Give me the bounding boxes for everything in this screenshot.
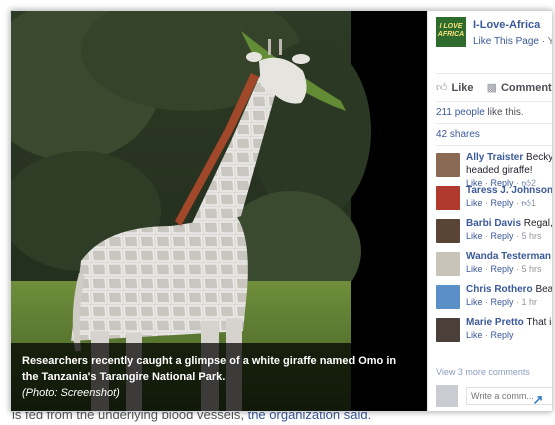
like-button[interactable]: 👍︎ Like (436, 81, 474, 94)
comment-item: Barbi Davis Regal, Like · Reply · 5 hrs (436, 217, 552, 250)
comment-text: Becky (523, 152, 552, 163)
avatar[interactable] (436, 186, 460, 210)
comment-timestamp: 1 hr (521, 297, 538, 307)
divider (436, 101, 552, 102)
comment-text: Bea (532, 284, 552, 295)
comment-reply-link[interactable]: Reply (491, 297, 514, 307)
avatar[interactable] (436, 252, 460, 276)
comment-meta: Like · Reply · 5 hrs (466, 264, 542, 274)
comment-body: Barbi Davis Regal, Like · Reply · 5 hrs (466, 217, 552, 243)
avatar[interactable] (436, 318, 460, 342)
comment-body: Chris Rothero Bea Like · Reply · 1 hr (466, 283, 552, 309)
likes-count-link[interactable]: 211 people (436, 107, 485, 118)
comment-author[interactable]: Taress J. Johnson (466, 185, 552, 196)
comment-button[interactable]: ▩ Comment (487, 81, 552, 94)
expand-arrow-icon[interactable]: ↗ (530, 392, 546, 408)
like-page-link[interactable]: Like This Page (473, 36, 539, 47)
comment-item: Chris Rothero Bea Like · Reply · 1 hr (436, 283, 552, 316)
photo-credit: (Photo: Screenshot) (22, 387, 120, 399)
comment-timestamp: 5 hrs (521, 264, 542, 274)
comment-author[interactable]: Wanda Testerman (466, 251, 551, 262)
comment-body: Taress J. Johnson Like · Reply · 👍︎1 (466, 184, 552, 210)
avatar[interactable] (436, 153, 460, 177)
page-sub-separator: · Y (541, 36, 552, 47)
shares-count[interactable]: 42 shares (436, 129, 480, 140)
facebook-sidebar: I LOVE AFRICA I-Love-Africa Like This Pa… (427, 11, 552, 411)
comment-list: Ally Traister Becky headed giraffe! Like… (436, 151, 552, 349)
comment-author[interactable]: Chris Rothero (466, 284, 533, 295)
comment-body: Marie Pretto That is Like · Reply (466, 316, 552, 342)
page-name[interactable]: I-Love-Africa (473, 19, 540, 31)
comment-text: That is (526, 317, 552, 328)
comment-like-count: 1 (530, 198, 536, 208)
comment-item: Marie Pretto That is Like · Reply (436, 316, 552, 349)
avatar (436, 385, 458, 407)
comment-meta: Like · Reply (466, 330, 514, 340)
photo-caption: Researchers recently caught a glimpse of… (11, 343, 426, 411)
avatar[interactable] (436, 285, 460, 309)
comment-reply-link[interactable]: Reply (491, 264, 514, 274)
comment-like-link[interactable]: Like (466, 264, 483, 274)
comment-like-link[interactable]: Like (466, 330, 483, 340)
comment-reply-link[interactable]: Reply (491, 198, 514, 208)
comment-text-line2: headed giraffe! (466, 165, 533, 176)
comment-meta: Like · Reply · 5 hrs (466, 231, 542, 241)
page-subline: Like This Page · Y (473, 36, 552, 47)
caption-text: Researchers recently caught a glimpse of… (22, 355, 397, 383)
action-row: 👍︎ Like ▩ Comment (436, 81, 552, 97)
comment-author[interactable]: Barbi Davis (466, 218, 521, 229)
comment-item: Wanda Testerman Like · Reply · 5 hrs (436, 250, 552, 283)
like-button-label: Like (451, 82, 474, 94)
comment-item: Taress J. Johnson Like · Reply · 👍︎1 (436, 184, 552, 217)
comment-like-link[interactable]: Like (466, 297, 483, 307)
comment-reply-link[interactable]: Reply (491, 231, 514, 241)
divider (436, 73, 552, 74)
speech-bubble-icon: ▩ (486, 82, 497, 94)
comment-item: Ally Traister Becky headed giraffe! Like… (436, 151, 552, 188)
comment-text: Regal, (521, 218, 552, 229)
comment-meta: Like · Reply · 👍︎1 (466, 198, 536, 208)
comment-timestamp: 5 hrs (521, 231, 542, 241)
comment-meta: Like · Reply · 1 hr (466, 297, 538, 307)
page-header: I LOVE AFRICA I-Love-Africa Like This Pa… (436, 17, 552, 51)
photo-lightbox: Researchers recently caught a glimpse of… (10, 10, 552, 412)
comment-like-link[interactable]: Like (466, 231, 483, 241)
divider (436, 123, 552, 124)
comment-body: Wanda Testerman Like · Reply · 5 hrs (466, 250, 552, 276)
comment-button-label: Comment (500, 82, 552, 94)
page-logo[interactable]: I LOVE AFRICA (436, 17, 466, 47)
avatar[interactable] (436, 219, 460, 243)
thumbs-up-icon: 👍︎ (521, 198, 531, 208)
logo-text-top: I LOVE (439, 23, 463, 30)
divider (436, 145, 552, 146)
logo-text-bottom: AFRICA (437, 31, 465, 38)
giraffe-photo[interactable]: Researchers recently caught a glimpse of… (11, 11, 426, 411)
thumbs-up-icon: 👍︎ (436, 82, 448, 94)
comment-reply-link[interactable]: Reply (491, 330, 514, 340)
comment-author[interactable]: Ally Traister (466, 152, 523, 163)
comment-author[interactable]: Marie Pretto (466, 317, 524, 328)
likes-summary: 211 people like this. (436, 107, 524, 118)
likes-rest: like this. (484, 107, 524, 118)
comment-like-link[interactable]: Like (466, 198, 483, 208)
view-more-comments-link[interactable]: View 3 more comments (436, 367, 530, 377)
